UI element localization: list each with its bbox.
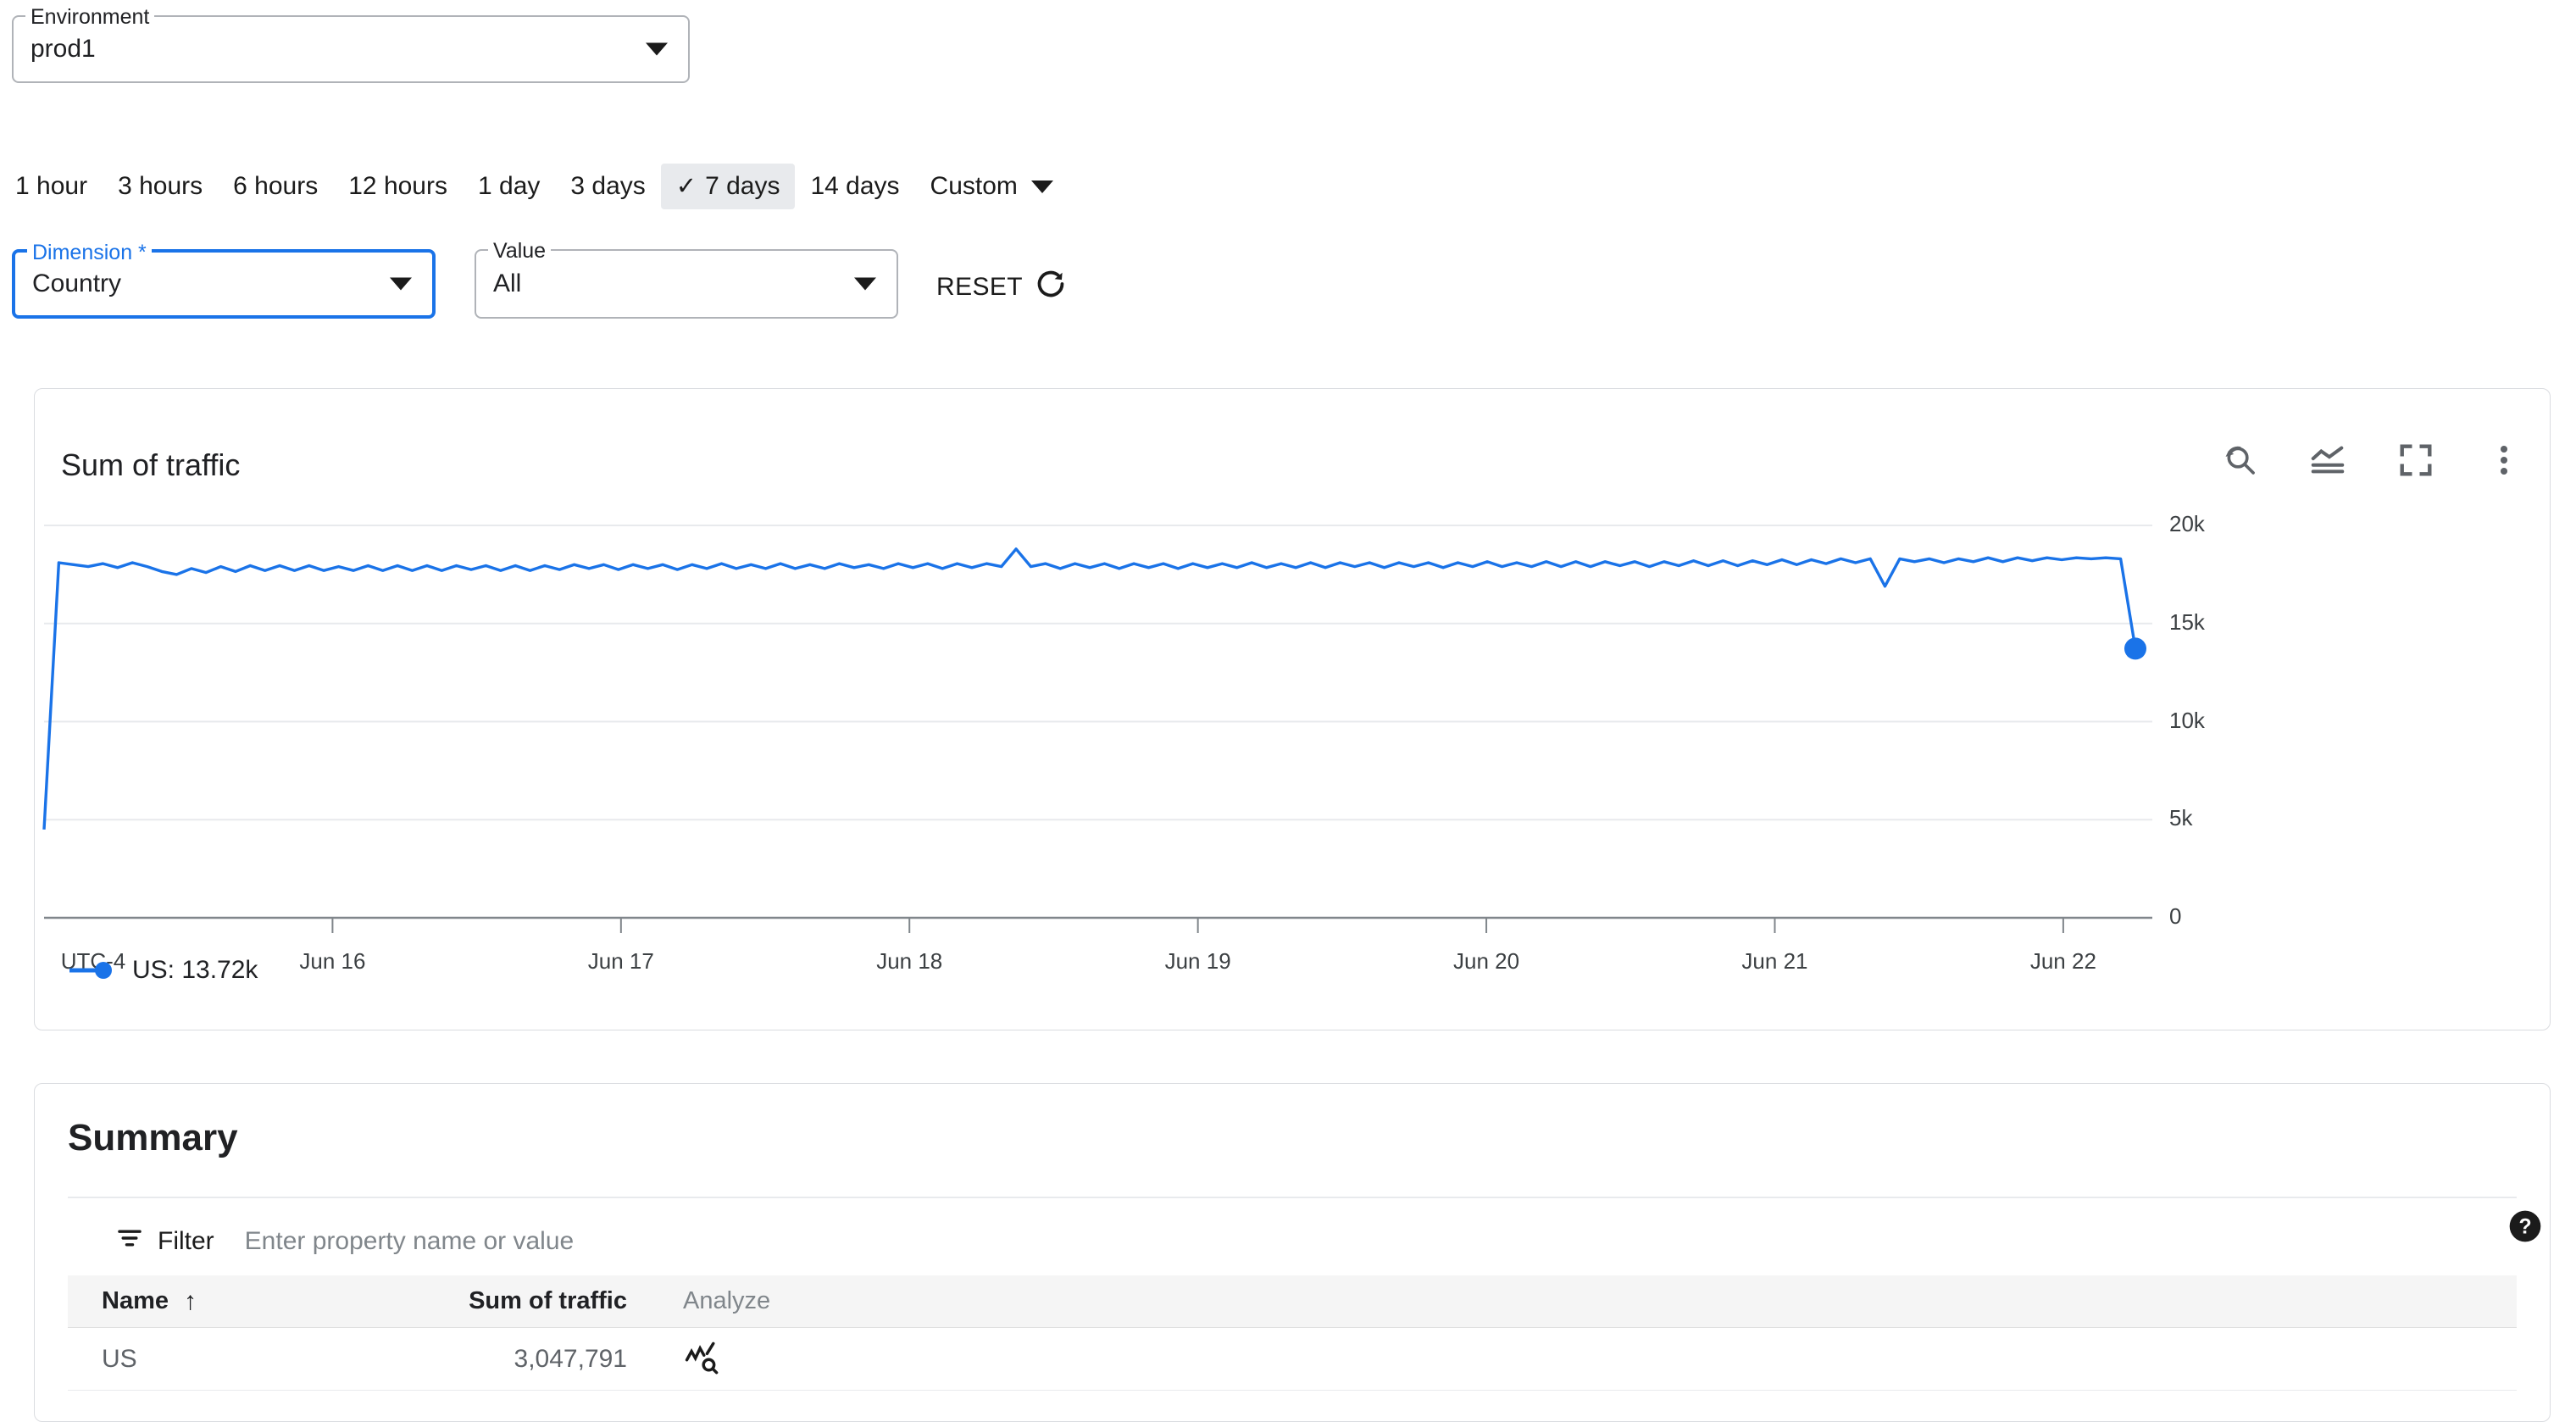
filter-icon: [115, 1224, 144, 1259]
chart-type-icon[interactable]: [2308, 441, 2347, 480]
dimension-label: Dimension *: [27, 240, 152, 265]
summary-title: Summary: [68, 1117, 238, 1158]
sort-ascending-icon: ↑: [184, 1286, 197, 1315]
value-select-wrapper: Value All: [475, 238, 898, 319]
reset-button-label: RESET: [936, 273, 1024, 301]
time-range-1-hour[interactable]: 1 hour: [0, 164, 103, 209]
time-range-label: Custom: [930, 172, 1018, 200]
time-range-label: 1 hour: [15, 172, 88, 200]
chevron-down-icon: [390, 277, 412, 291]
environment-value: prod1: [31, 35, 96, 63]
time-range-label: 7 days: [705, 172, 780, 200]
table-header-row: Name ↑ Sum of traffic Analyze: [68, 1275, 2517, 1328]
reset-zoom-icon[interactable]: [2220, 441, 2259, 480]
column-header-sum-of-traffic[interactable]: Sum of traffic: [356, 1287, 644, 1315]
time-range-label: 3 hours: [118, 172, 203, 200]
chevron-down-icon: [1030, 180, 1053, 193]
filter-input[interactable]: [242, 1226, 1430, 1257]
time-range-3-days[interactable]: 3 days: [555, 164, 660, 209]
dimension-value: Country: [32, 269, 122, 297]
time-range-label: 14 days: [810, 172, 900, 200]
column-header-analyze: Analyze: [683, 1287, 771, 1314]
chart-title: Sum of traffic: [61, 447, 241, 482]
chart-legend[interactable]: US: 13.72k: [68, 956, 258, 985]
time-range-6-hours[interactable]: 6 hours: [218, 164, 333, 209]
cell-name: US: [102, 1344, 137, 1373]
analyze-icon[interactable]: [644, 1338, 898, 1380]
summary-filter-row: Filter: [68, 1208, 2517, 1275]
column-header-name-label: Name: [102, 1287, 169, 1314]
dimension-select[interactable]: Dimension * Country: [12, 240, 436, 319]
legend-label-us: US: 13.72k: [132, 956, 258, 984]
value-label: Value: [488, 238, 552, 264]
time-range-12-hours[interactable]: 12 hours: [333, 164, 463, 209]
summary-divider: [68, 1197, 2517, 1198]
value-select[interactable]: Value All: [475, 238, 898, 319]
time-range-1-day[interactable]: 1 day: [463, 164, 555, 209]
summary-table: Name ↑ Sum of traffic Analyze US 3,047,7…: [68, 1275, 2517, 1391]
time-range-custom[interactable]: Custom: [915, 164, 1069, 209]
dimension-select-wrapper: Dimension * Country: [12, 240, 436, 319]
cell-sum-of-traffic: 3,047,791: [514, 1344, 627, 1373]
time-range-3-hours[interactable]: 3 hours: [103, 164, 218, 209]
time-range-label: 12 hours: [348, 172, 447, 200]
chevron-down-icon: [646, 42, 668, 56]
environment-select-wrapper: Environment prod1: [12, 4, 690, 83]
chart-card: [34, 388, 2551, 1030]
fullscreen-icon[interactable]: [2396, 441, 2435, 480]
more-options-icon[interactable]: [2484, 441, 2523, 480]
environment-select[interactable]: Environment prod1: [12, 4, 690, 83]
column-header-name[interactable]: Name ↑: [68, 1287, 356, 1316]
time-range-selector: 1 hour 3 hours 6 hours 12 hours 1 day 3 days ✓…: [0, 159, 1069, 214]
table-row[interactable]: US 3,047,791: [68, 1328, 2517, 1391]
help-icon[interactable]: ?: [2507, 1208, 2544, 1249]
chevron-down-icon: [854, 277, 876, 291]
reset-button[interactable]: RESET: [936, 268, 1067, 307]
chart-toolbar: [2220, 441, 2523, 480]
time-range-label: 3 days: [570, 172, 646, 200]
time-range-label: 1 day: [477, 172, 541, 200]
time-range-7-days[interactable]: ✓ 7 days: [660, 164, 796, 209]
time-range-label: 6 hours: [233, 172, 319, 200]
environment-label: Environment: [25, 4, 155, 30]
column-header-sum-of-traffic-label: Sum of traffic: [469, 1287, 627, 1314]
refresh-icon: [1035, 268, 1067, 307]
value-value: All: [493, 269, 522, 297]
filter-label: Filter: [158, 1227, 214, 1255]
legend-swatch-icon: [69, 962, 112, 979]
svg-text:?: ?: [2518, 1215, 2531, 1238]
check-icon: ✓: [675, 172, 697, 200]
time-range-14-days[interactable]: 14 days: [795, 164, 914, 209]
filter-button[interactable]: Filter: [115, 1224, 214, 1259]
